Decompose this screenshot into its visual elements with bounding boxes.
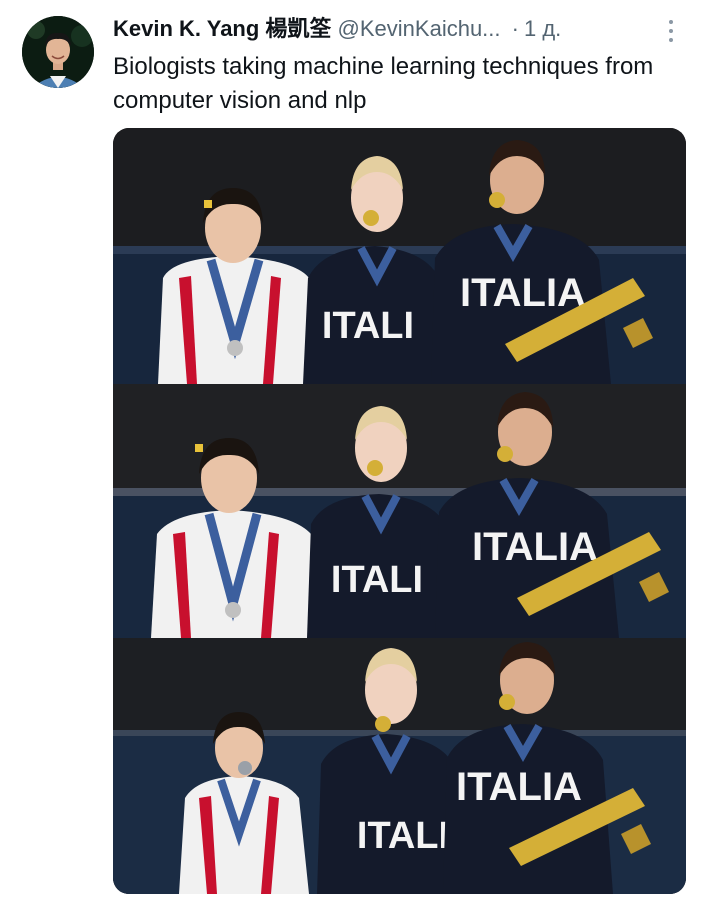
separator-dot: · [511,16,519,41]
photo-panel-2: ITALI ITALIA [113,384,686,638]
photo-panel-1: ITALI ITALIA [113,128,686,384]
avatar-image [22,16,94,88]
more-dots-vertical-icon[interactable] [666,20,676,42]
tweet-header: Kevin K. Yang 楊凱筌 @KevinKaichu... · 1 д. [113,14,688,44]
author-avatar[interactable] [22,16,94,88]
tweet-text: Biologists taking machine learning techn… [113,53,654,114]
shirt-text: ITALIA [472,525,598,569]
shirt-text: ITALIA [456,765,582,809]
tweet-timestamp[interactable]: 1 д. [524,16,561,41]
photo-panel-3: ITALI ITALIA [113,638,686,894]
front-shirt-text: ITALI [331,559,423,601]
tweet-media-image[interactable]: ITALI ITALIA ITALI ITALIA ITALI ITALIA [113,128,686,894]
shirt-text: ITALIA [460,271,586,315]
author-name[interactable]: Kevin K. Yang 楊凱筌 [113,16,331,41]
front-shirt-text: ITALI [357,815,449,857]
front-shirt-text: ITALI [322,305,414,347]
author-handle[interactable]: @KevinKaichu... [338,16,501,41]
